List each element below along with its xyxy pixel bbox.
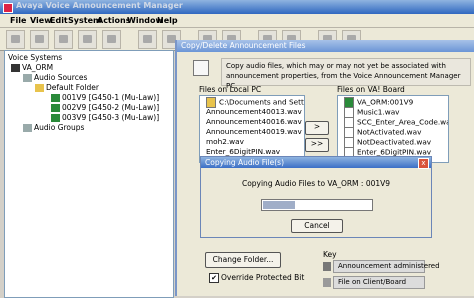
save-icon[interactable] [30,30,49,49]
menu-file[interactable]: File [10,16,26,25]
tree-audio-groups[interactable]: Audio Groups [23,123,84,132]
delete-icon[interactable] [102,30,121,49]
tree-default-folder[interactable]: Default Folder [35,83,99,92]
menu-view[interactable]: View [30,16,52,25]
key-announcement-administered: Announcement administered [333,260,440,273]
cancel-button[interactable]: Cancel [291,219,343,233]
key-file-on-client-board: File on Client/Board [333,276,425,289]
app-title-bar: Avaya Voice Announcement Manager [0,0,474,14]
copy-all-button[interactable]: >> [305,138,329,152]
menu-bar: File View Edit System Actions Window Hel… [0,14,474,28]
copy-selected-button[interactable]: > [305,121,329,135]
announcement-administered-icon [323,262,331,271]
local-files-list[interactable]: C:\Documents and Settings\b Announcement… [199,95,305,163]
menu-edit[interactable]: Edit [50,16,68,25]
navigation-tree: Voice Systems VA_ORM Audio Sources Defau… [4,50,174,298]
override-checkbox[interactable]: ✔ [209,273,219,283]
tree-board-3[interactable]: 003V9 [G450-3 (Mu-Law)] [51,113,159,122]
info-icon [193,60,209,76]
dialog-title-bar: Copy/Delete Announcement Files [177,40,474,52]
audio-groups-icon [23,124,32,132]
tree-system-node[interactable]: VA_ORM [11,63,53,72]
copy-icon[interactable] [54,30,73,49]
tree-board-2[interactable]: 002V9 [G450-2 (Mu-Law)] [51,103,159,112]
menu-help[interactable]: Help [157,16,178,25]
dialog-title: Copy/Delete Announcement Files [181,41,306,50]
tree-audio-sources[interactable]: Audio Sources [23,73,87,82]
key-label: Key [323,250,337,259]
list-item[interactable]: moh2.wav [206,137,244,146]
menu-actions[interactable]: Actions [97,16,130,25]
copying-title-bar: Copying Audio File(s) x [201,157,431,169]
folder-icon [35,84,44,92]
info-text: Copy audio files, which may or may not y… [221,58,471,90]
board-icon [51,104,60,112]
list-item[interactable]: Announcement40013.wav [206,107,302,116]
board-icon [51,114,60,122]
board-files-list[interactable]: VA_ORM:001V9 Music1.wav SCC_Enter_Area_C… [337,95,449,163]
list-item[interactable]: Announcement40016.wav [206,117,302,126]
tree-board-1[interactable]: 001V9 [G450-1 (Mu-Law)] [51,93,159,102]
paste-icon[interactable] [78,30,97,49]
tree-root[interactable]: Voice Systems [8,53,62,62]
open-icon[interactable] [6,30,25,49]
override-label: Override Protected Bit [221,273,305,282]
list-item[interactable]: Enter_6DigitPIN.wav [206,147,280,156]
close-icon[interactable]: x [418,158,429,169]
copying-message: Copying Audio Files to VA_ORM : 001V9 [241,179,391,188]
local-files-label: Files on Local PC [199,85,262,94]
copy-progress-bar [261,199,373,211]
board-icon [51,94,60,102]
audio-sources-icon [23,74,32,82]
app-icon [3,3,13,13]
copying-progress-dialog: Copying Audio File(s) x Copying Audio Fi… [200,156,432,238]
board-files-label: Files on VA! Board [337,85,405,94]
app-title: Avaya Voice Announcement Manager [16,1,183,10]
change-folder-button[interactable]: Change Folder... [205,252,281,268]
list-item[interactable]: Announcement40019.wav [206,127,302,136]
system-icon [11,64,20,72]
file-on-client-board-icon [323,278,331,287]
copying-title: Copying Audio File(s) [205,158,285,167]
copy-progress-fill [263,201,295,209]
properties-icon[interactable] [138,30,157,49]
